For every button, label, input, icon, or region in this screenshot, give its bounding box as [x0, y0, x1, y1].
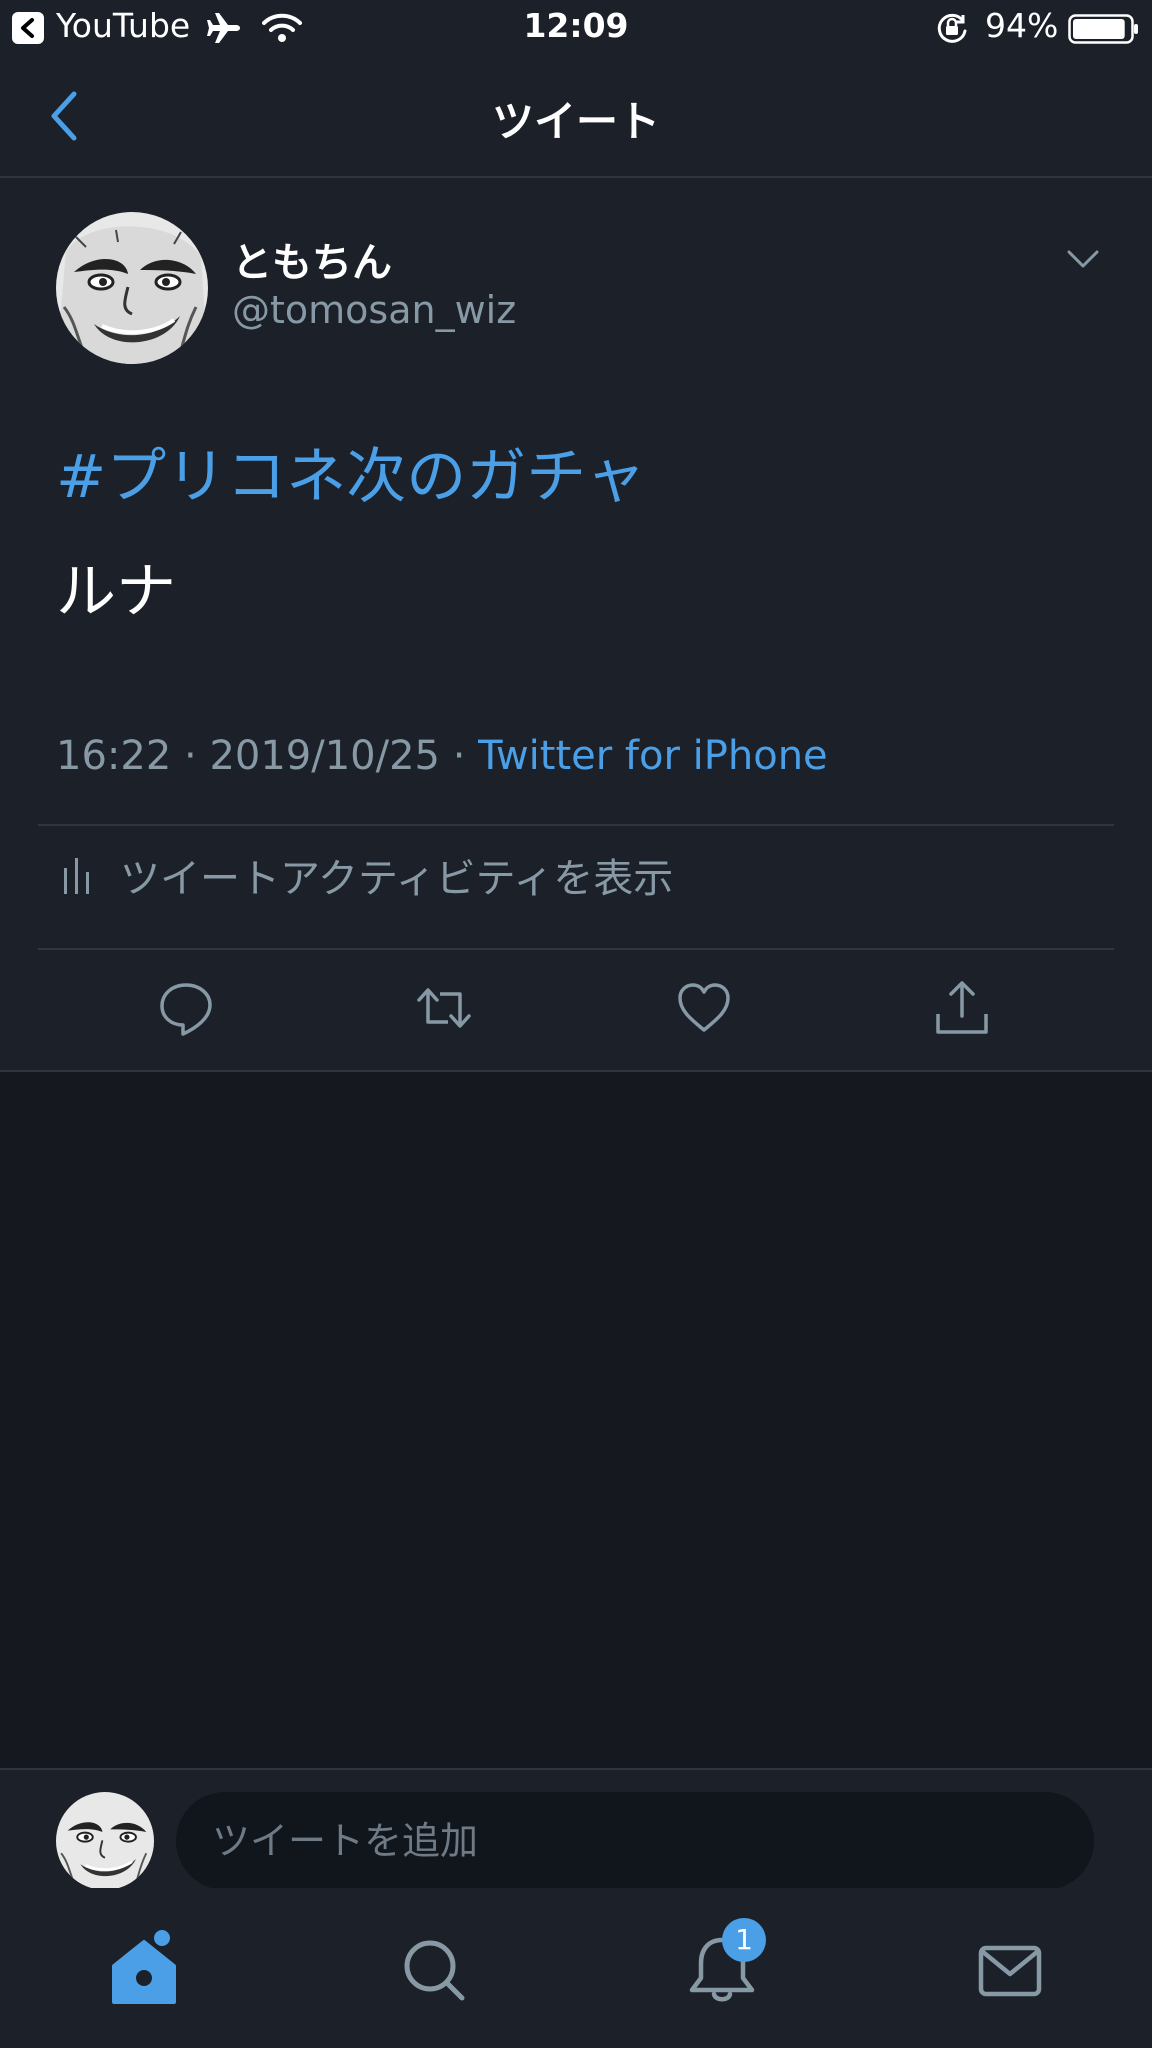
search-icon: [404, 1940, 465, 2001]
tweet-source-link[interactable]: Twitter for iPhone: [478, 733, 828, 779]
face-drawing-avatar: [56, 212, 208, 364]
avatar[interactable]: [56, 1792, 154, 1890]
like-button[interactable]: [674, 978, 734, 1038]
tab-bar: 1: [0, 1888, 1152, 2048]
reply-button[interactable]: [156, 978, 216, 1038]
battery-percent: 94%: [985, 6, 1059, 45]
notification-badge: 1: [722, 1918, 766, 1962]
status-bar: YouTube 12:09 94%: [0, 0, 1152, 58]
mail-icon: [978, 1945, 1042, 1997]
tab-notifications[interactable]: 1: [682, 1918, 766, 2010]
tab-home[interactable]: [104, 1930, 184, 2010]
face-drawing-avatar: [56, 1792, 154, 1890]
back-to-app-button[interactable]: [12, 12, 44, 44]
back-app-name[interactable]: YouTube: [56, 6, 190, 45]
reply-icon: [160, 983, 212, 1036]
tweet-activity-label: ツイートアクティビティを表示: [120, 856, 674, 902]
page-title: ツイート: [491, 97, 660, 146]
chevron-left-icon: [21, 18, 34, 38]
heart-icon: [678, 983, 730, 1032]
back-button[interactable]: [46, 86, 86, 146]
chevron-down-icon[interactable]: [1066, 248, 1100, 270]
avatar[interactable]: [56, 212, 208, 364]
tweet-detail: ともちん @tomosan_wiz #プリコネ次のガチャ ルナ 16:22 · …: [0, 178, 1152, 1072]
tab-search[interactable]: [394, 1930, 474, 2010]
divider: [38, 824, 1114, 826]
home-icon: [112, 1940, 176, 2004]
retweet-button[interactable]: [414, 978, 474, 1038]
wifi-icon: [262, 13, 302, 42]
tweet-date: 2019/10/25: [209, 733, 440, 779]
new-content-dot: [154, 1930, 170, 1946]
hashtag-link[interactable]: #プリコネ次のガチャ: [56, 428, 646, 515]
user-handle[interactable]: @tomosan_wiz: [232, 288, 516, 332]
battery-icon: [1068, 14, 1138, 44]
reply-composer: [0, 1768, 1152, 1890]
divider: [38, 948, 1114, 950]
share-button[interactable]: [932, 978, 992, 1038]
tab-messages[interactable]: [970, 1930, 1050, 2010]
tweet-text: ルナ: [56, 557, 176, 627]
share-icon: [936, 981, 988, 1034]
airplane-icon: [207, 13, 240, 43]
reply-input[interactable]: [176, 1792, 1094, 1890]
bar-chart-icon: [64, 858, 89, 894]
tweet-metadata: 16:22 · 2019/10/25 · Twitter for iPhone: [56, 733, 828, 779]
retweet-icon: [417, 988, 471, 1028]
navigation-header: ツイート: [0, 58, 1152, 178]
chevron-left-icon: [51, 91, 77, 141]
rotation-lock-icon: [937, 13, 967, 43]
meta-separator: ·: [171, 733, 210, 779]
tweet-time: 16:22: [56, 733, 172, 779]
meta-separator: ·: [439, 733, 479, 779]
display-name[interactable]: ともちん: [232, 230, 392, 288]
